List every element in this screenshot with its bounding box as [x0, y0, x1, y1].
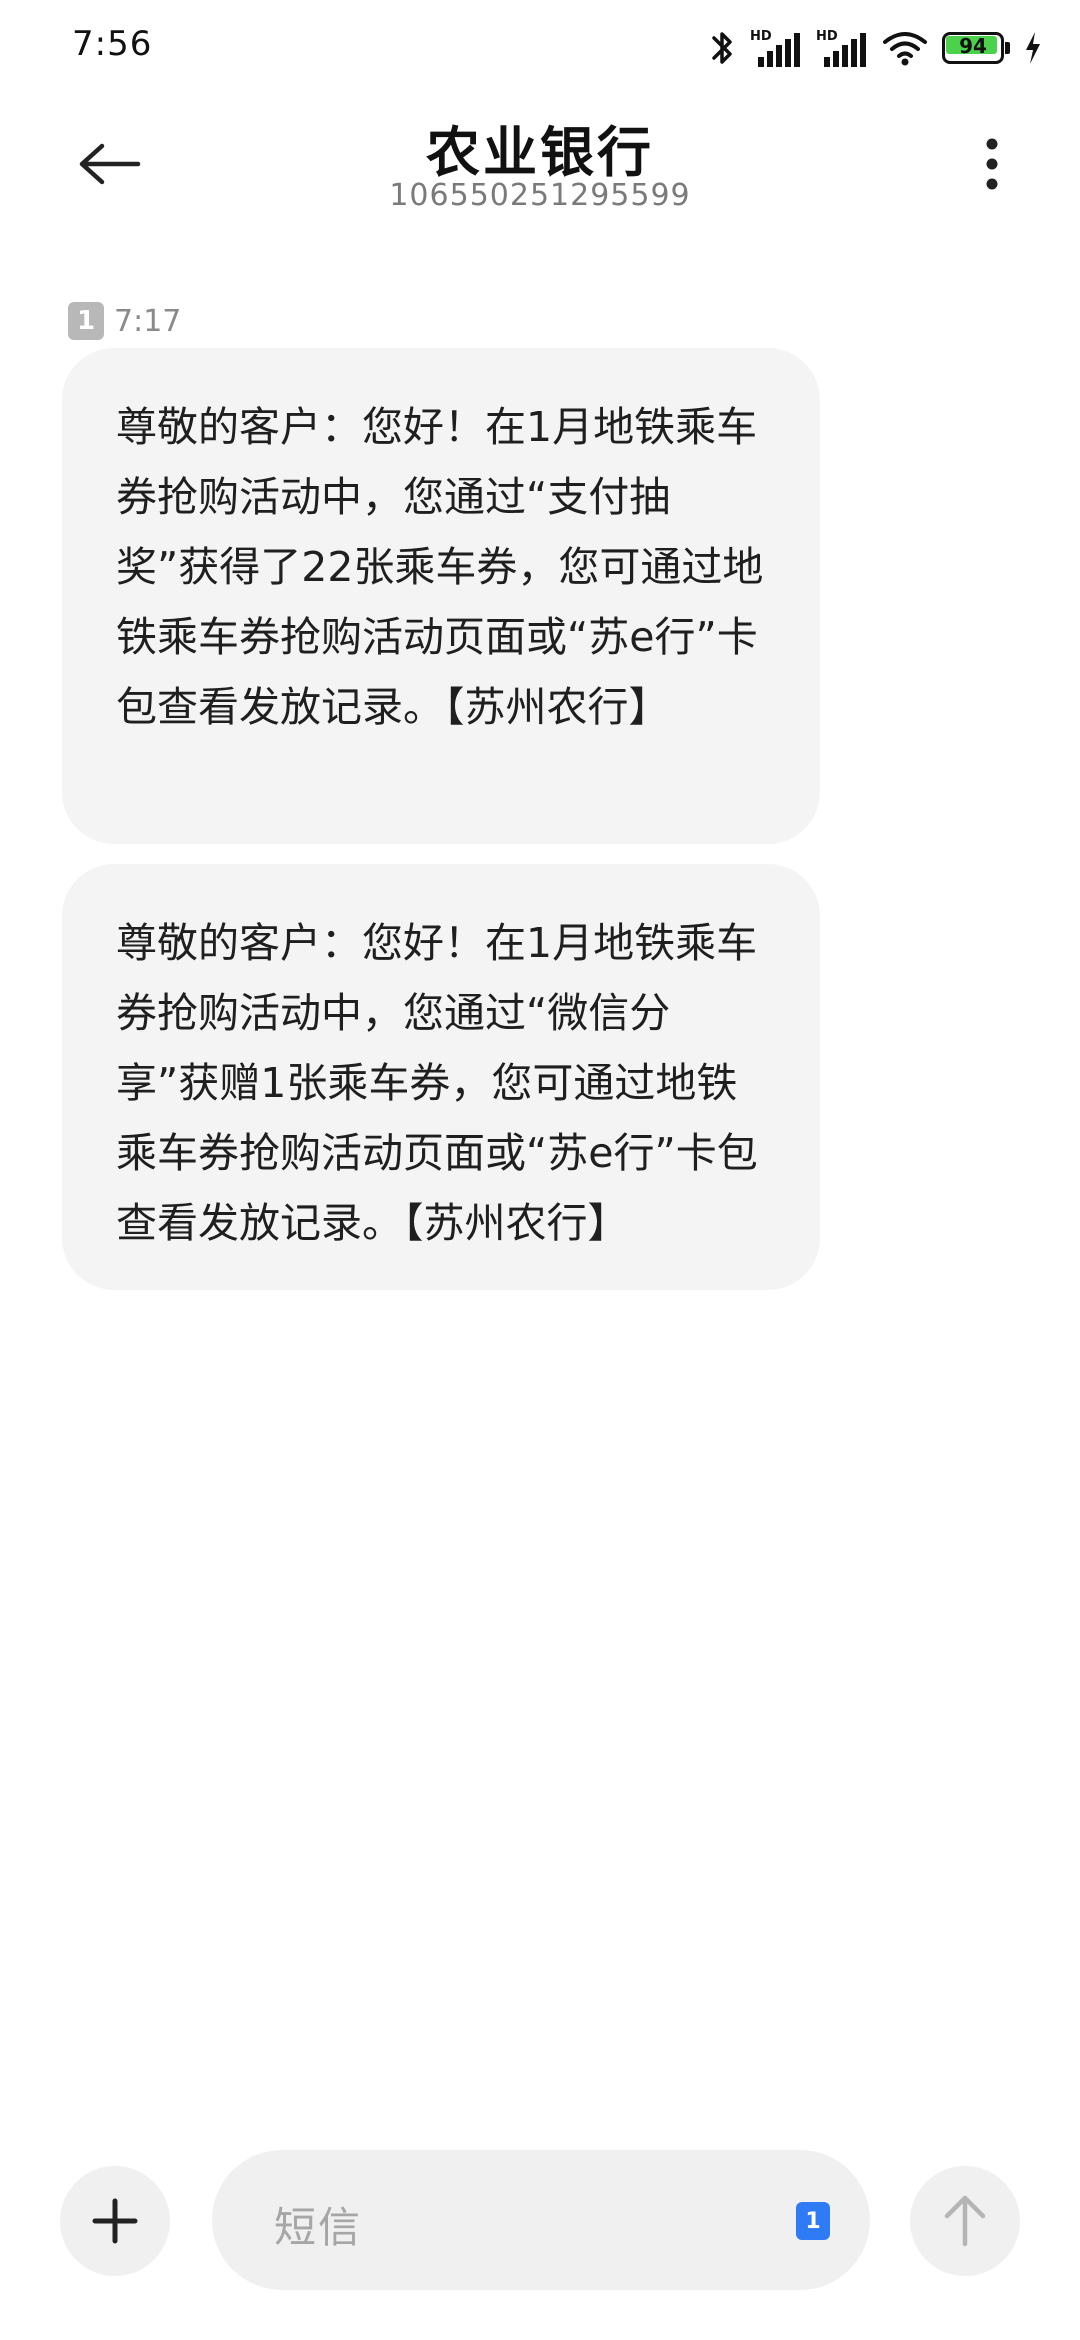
svg-text:HD: HD [816, 29, 838, 44]
message-text: 尊敬的客户：您好！在1月地铁乘车券抢购活动中，您通过“微信分享”获赠1张乘车券，… [116, 919, 758, 1247]
more-vertical-icon [986, 138, 998, 190]
battery-level: 94 [959, 34, 987, 58]
sim-select-button[interactable]: 1 [796, 2202, 830, 2240]
composer-bar: 短信 1 [0, 2140, 1080, 2300]
message-text: 尊敬的客户：您好！在1月地铁乘车券抢购活动中，您通过“支付抽奖”获得了22张乘车… [116, 403, 764, 731]
message-bubble[interactable]: 尊敬的客户：您好！在1月地铁乘车券抢购活动中，您通过“支付抽奖”获得了22张乘车… [62, 348, 820, 844]
charging-icon [1024, 31, 1042, 65]
bluetooth-icon [710, 28, 736, 68]
more-options-button[interactable] [964, 126, 1020, 202]
contact-number: 106550251295599 [389, 178, 691, 213]
sms-input-placeholder: 短信 [274, 2203, 363, 2252]
contact-name: 农业银行 [426, 121, 654, 184]
message-meta: 1 7:17 [68, 302, 181, 340]
status-icons: HD HD 94 [710, 26, 1042, 70]
status-time: 7:56 [72, 24, 153, 64]
battery-icon: 94 [942, 32, 1010, 64]
message-bubble[interactable]: 尊敬的客户：您好！在1月地铁乘车券抢购活动中，您通过“微信分享”获赠1张乘车券，… [62, 864, 820, 1290]
sim-badge: 1 [68, 302, 104, 340]
svg-text:HD: HD [750, 29, 772, 44]
hd-signal-icon: HD [816, 27, 868, 69]
send-button[interactable] [910, 2166, 1020, 2276]
add-attachment-button[interactable] [60, 2166, 170, 2276]
hd-signal-icon: HD [750, 27, 802, 69]
sms-conversation-screen: 7:56 HD HD 94 农业银行 106550251295599 1 7:1… [0, 0, 1080, 2340]
wifi-icon [882, 30, 928, 66]
arrow-up-icon [944, 2195, 986, 2247]
conversation-header: 农业银行 106550251295599 [0, 96, 1080, 246]
plus-icon [92, 2198, 138, 2244]
status-bar: 7:56 HD HD 94 [0, 0, 1080, 96]
sms-input[interactable]: 短信 1 [212, 2150, 870, 2290]
message-time: 7:17 [114, 303, 182, 339]
